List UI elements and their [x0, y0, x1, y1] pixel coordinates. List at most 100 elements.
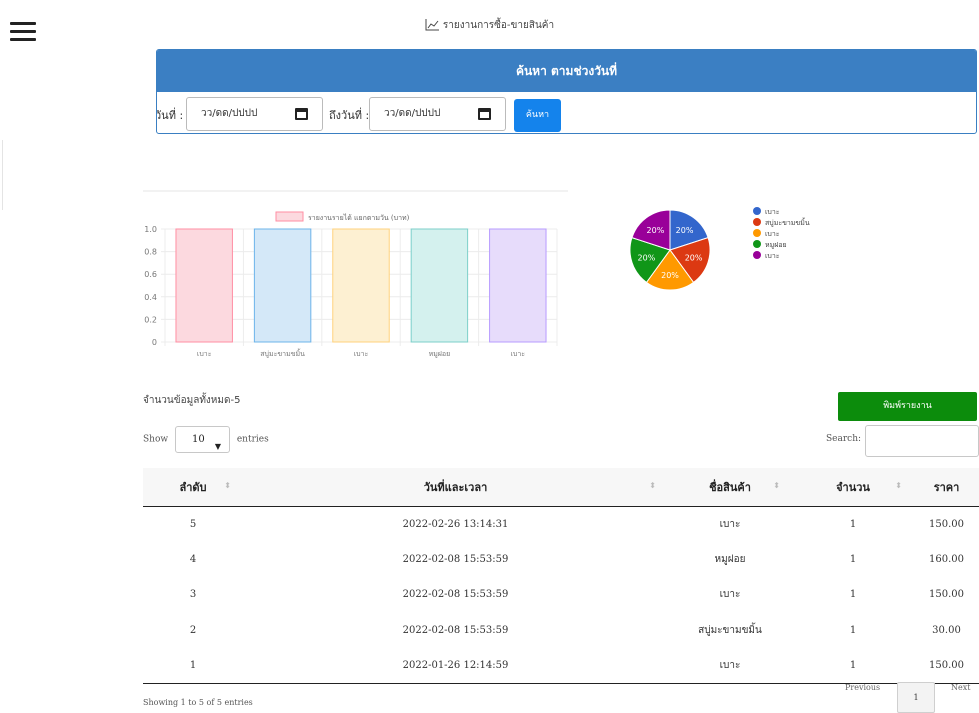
sidebar-edge — [0, 140, 3, 210]
column-header-label: ลำดับ — [179, 480, 207, 494]
pie-legend-item: เบาะ — [753, 229, 810, 240]
column-header-label: จำนวน — [836, 480, 870, 494]
cell-datetime: 2022-02-08 15:53:59 — [402, 589, 509, 601]
cell-quantity: 1 — [849, 553, 857, 565]
bar — [410, 228, 469, 343]
legend-label: รายงานรายได้ แยกตามวัน (บาท) — [308, 213, 410, 222]
pie-legend-label: เบาะ — [765, 252, 780, 260]
cell-order: 5 — [189, 518, 197, 530]
sort-icon: ⬍ — [895, 481, 902, 490]
to-date-value: วว/ดด/ปปปป — [384, 108, 441, 119]
bar — [175, 228, 233, 343]
pie-slice-label: 20% — [685, 254, 703, 263]
previous-page-link[interactable]: Previous — [845, 683, 880, 692]
calendar-icon[interactable] — [295, 108, 308, 120]
y-tick-label: 1.0 — [144, 225, 157, 234]
x-tick-label: เบาะ — [511, 350, 526, 358]
chevron-down-icon: ▼ — [214, 442, 221, 451]
table-row: 3 2022-02-08 15:53:59 เบาะ 1 150.00 — [143, 577, 979, 613]
date-search-panel: ค้นหา ตามช่วงวันที่ วันที่ : วว/ดด/ปปปป … — [156, 49, 977, 134]
cell-quantity: 1 — [849, 624, 857, 636]
from-date-label: วันที่ : — [156, 109, 184, 122]
sort-icon: ⬍ — [224, 481, 231, 490]
x-tick-label: สบู่มะขามขมิ้น — [260, 347, 305, 358]
cell-price: 150.00 — [929, 518, 964, 530]
cell-order: 3 — [189, 589, 197, 601]
column-header-label: ชื่อสินค้า — [709, 480, 751, 494]
pie-legend-label: เบาะ — [765, 230, 780, 238]
bar — [489, 228, 547, 343]
from-date-input[interactable]: วว/ดด/ปปปป — [186, 97, 323, 131]
print-report-button[interactable]: พิมพ์รายงาน — [838, 392, 977, 421]
pie-legend-item: เบาะ — [753, 207, 810, 218]
cell-datetime: 2022-02-08 15:53:59 — [402, 624, 509, 636]
entries-select[interactable]: 10 ▼ — [174, 426, 230, 453]
pie-legend-item: สบู่มะขามขมิ้น — [753, 218, 810, 229]
x-tick-label: เบาะ — [197, 350, 212, 358]
y-tick-label: 0.4 — [144, 293, 157, 302]
from-date-value: วว/ดด/ปปปป — [201, 108, 258, 119]
cell-datetime: 2022-02-26 13:14:31 — [402, 518, 509, 530]
pie-slice-label: 20% — [661, 271, 679, 280]
x-tick-label: เบาะ — [354, 350, 369, 358]
cell-order: 2 — [189, 624, 197, 636]
sort-icon: ⬍ — [649, 481, 656, 490]
cell-order: 1 — [143, 648, 243, 684]
pie-legend-item: เบาะ — [753, 251, 810, 262]
search-button[interactable]: ค้นหา — [514, 99, 561, 132]
cell-product: สบู่มะขามขมิ้น — [698, 624, 762, 636]
cell-price: 150.00 — [914, 648, 979, 684]
table-row: 2 2022-02-08 15:53:59 สบู่มะขามขมิ้น 1 3… — [143, 613, 979, 649]
pie-slice-label: 20% — [647, 226, 665, 235]
legend-swatch — [275, 211, 304, 222]
page-title-text: รายงานการซื้อ-ขายสินค้า — [442, 20, 555, 31]
show-entries-control: Show 10 ▼ entries — [143, 426, 269, 453]
table-row: 1 2022-01-26 12:14:59 เบาะ 1 150.00 — [143, 648, 979, 684]
cell-price: 160.00 — [929, 553, 964, 565]
table-search-input[interactable] — [865, 425, 979, 457]
calendar-icon[interactable] — [478, 108, 491, 120]
column-header-product[interactable]: ชื่อสินค้า ⬍ — [668, 468, 792, 507]
to-date-input[interactable]: วว/ดด/ปปปป — [369, 97, 506, 131]
pie-legend: เบาะ สบู่มะขามขมิ้น เบาะ หมูฝอย เบาะ — [753, 207, 810, 262]
cell-product: เบาะ — [668, 648, 792, 684]
table-row: 4 2022-02-08 15:53:59 หมูฝอย 1 160.00 — [143, 542, 979, 578]
entries-value: 10 — [191, 434, 205, 445]
cell-datetime: 2022-02-08 15:53:59 — [402, 553, 509, 565]
to-date-label: ถึงวันที่ : — [329, 109, 370, 122]
cell-product: เบาะ — [719, 518, 741, 530]
column-header-quantity[interactable]: จำนวน ⬍ — [792, 468, 914, 507]
cell-order: 4 — [189, 553, 197, 565]
pie-chart: 20% 20% 20% 20% 20% — [629, 209, 711, 291]
show-label: Show — [143, 434, 169, 445]
page-1-button[interactable]: 1 — [897, 682, 935, 713]
bar — [332, 228, 390, 343]
pie-legend-item: หมูฝอย — [753, 240, 810, 251]
pie-legend-dot — [753, 218, 761, 226]
bar — [253, 228, 312, 343]
sort-icon: ⬍ — [773, 481, 780, 490]
pie-legend-dot — [753, 229, 761, 237]
table-header-row: ลำดับ ⬍ วันที่และเวลา ⬍ ชื่อสินค้า ⬍ จำนวน ⬍… — [143, 468, 979, 507]
page-title: รายงานการซื้อ-ขายสินค้า — [0, 18, 979, 33]
sales-table: ลำดับ ⬍ วันที่และเวลา ⬍ ชื่อสินค้า ⬍ จำนวน ⬍… — [143, 468, 979, 684]
entries-label: entries — [236, 434, 269, 445]
pie-slice-label: 20% — [676, 226, 694, 235]
cell-quantity: 1 — [849, 518, 857, 530]
cell-quantity: 1 — [792, 648, 914, 684]
next-page-link[interactable]: Next — [951, 683, 970, 692]
cell-product: หมูฝอย — [714, 553, 746, 565]
column-header-datetime[interactable]: วันที่และเวลา ⬍ — [243, 468, 668, 507]
pie-legend-label: เบาะ — [765, 208, 780, 216]
column-header-price[interactable]: ราคา — [914, 468, 979, 507]
column-header-label: ราคา — [933, 480, 960, 494]
bar-chart: 1.0 0.8 0.6 0.4 0.2 0 เบาะ สบู่มะขามขมิ้น เบาะ หม… — [143, 190, 568, 358]
table-search-label: Search: — [826, 434, 862, 444]
pie-slice-label: 20% — [638, 254, 656, 263]
pie-legend-dot — [753, 207, 761, 215]
pie-legend-label: หมูฝอย — [765, 241, 787, 249]
record-count: จำนวนข้อมูลทั้งหมด-5 — [143, 395, 241, 406]
column-header-order[interactable]: ลำดับ ⬍ — [143, 468, 243, 507]
cell-price: 30.00 — [932, 624, 961, 636]
search-panel-heading: ค้นหา ตามช่วงวันที่ — [157, 50, 976, 92]
